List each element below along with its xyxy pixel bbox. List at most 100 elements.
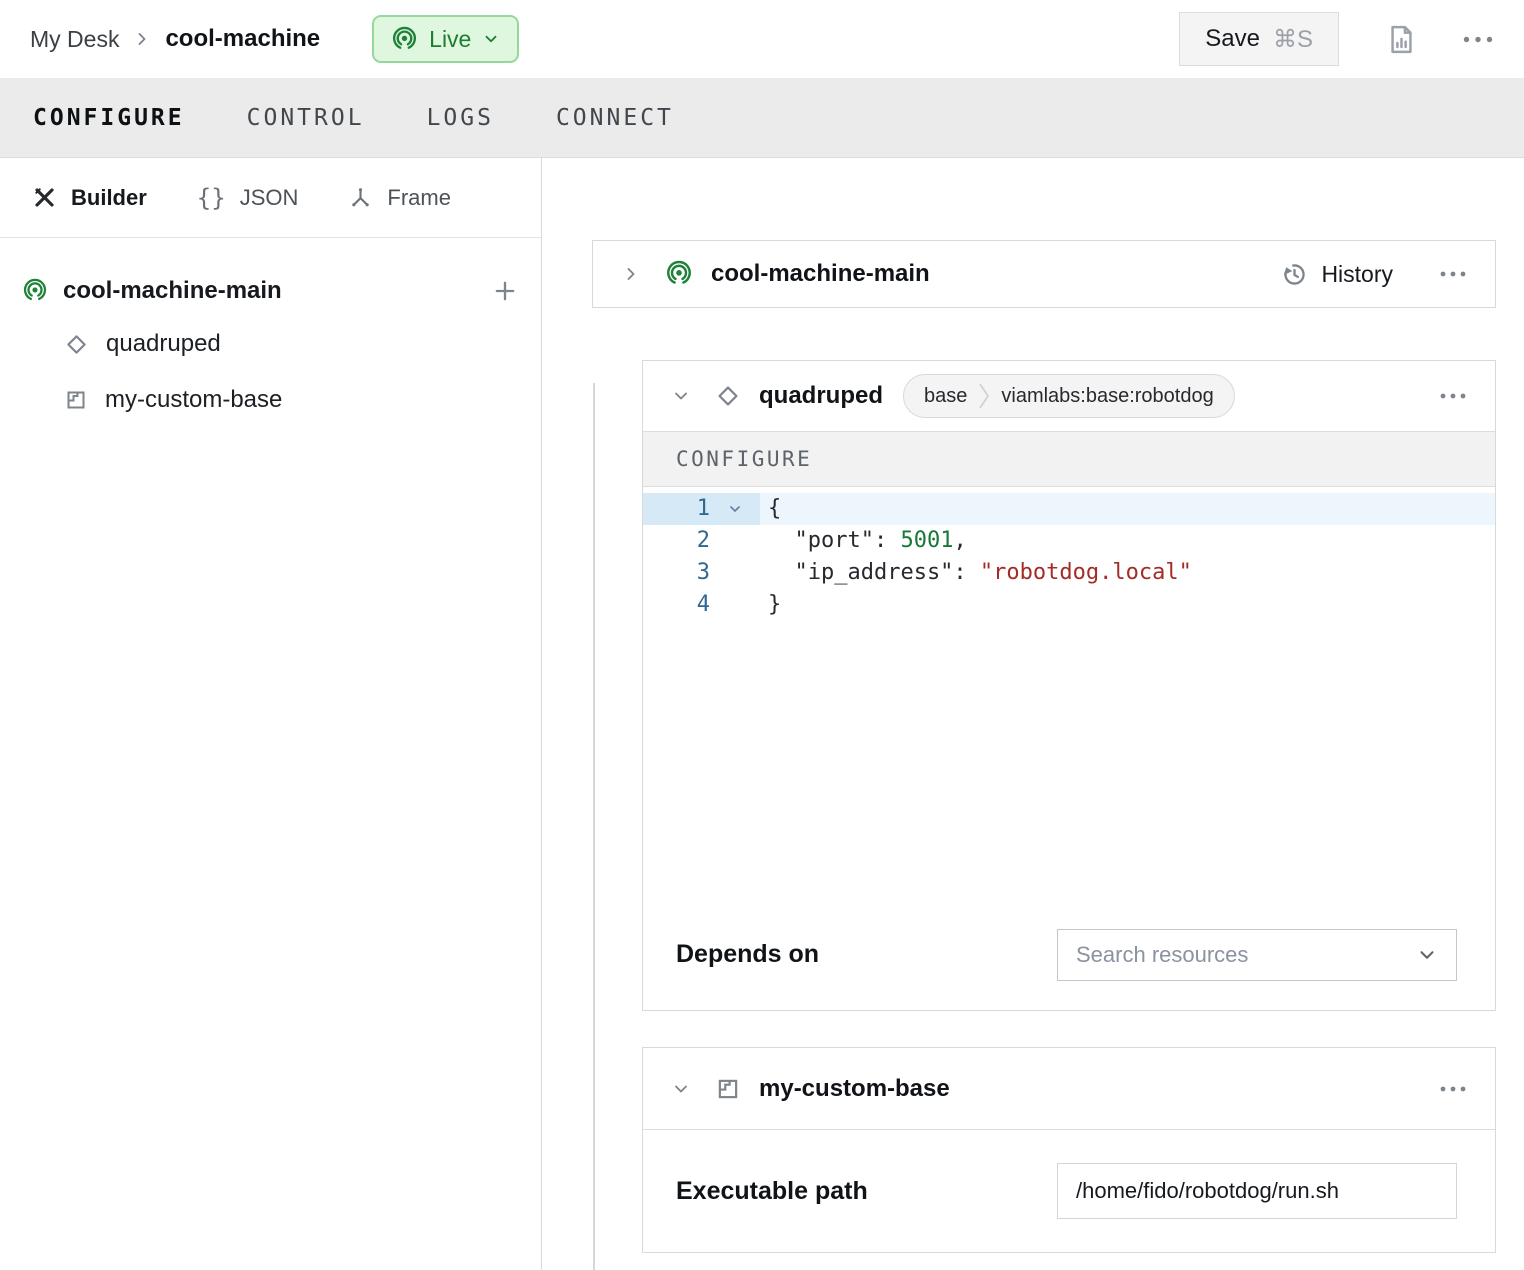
line-number: 3: [643, 557, 710, 589]
history-button-label: History: [1321, 261, 1393, 288]
machine-tab-bar: CONFIGURE CONTROL LOGS CONNECT: [0, 78, 1524, 158]
tree-item-label: my-custom-base: [105, 386, 282, 414]
view-switcher: Builder {} JSON Frame: [0, 158, 541, 238]
line-number: 2: [643, 525, 710, 557]
module-menu-button[interactable]: [1439, 1085, 1467, 1093]
module-icon: [715, 1076, 741, 1102]
diamond-icon: [64, 332, 89, 357]
history-button[interactable]: History: [1280, 260, 1393, 289]
code-token: {: [768, 496, 781, 521]
tab-connect[interactable]: CONNECT: [556, 105, 674, 131]
resource-type-badge: base viamlabs:base:robotdog: [903, 374, 1235, 418]
code-token: "robotdog.local": [980, 560, 1192, 585]
tree-item-my-custom-base[interactable]: my-custom-base: [22, 372, 519, 428]
line-number: 1: [643, 493, 710, 525]
code-line: 3 "ip_address": "robotdog.local": [643, 557, 1495, 589]
breadcrumb-parent[interactable]: My Desk: [30, 26, 119, 53]
resource-tree: cool-machine-main quadruped: [0, 238, 541, 428]
module-card-my-custom-base: my-custom-base Executable path: [642, 1047, 1496, 1253]
broadcast-icon: [391, 26, 418, 53]
chevron-down-icon: [482, 30, 500, 48]
depends-on-row: Depends on: [643, 899, 1495, 1010]
executable-path-label: Executable path: [676, 1177, 868, 1206]
tree-item-label: cool-machine-main: [63, 277, 282, 305]
component-card-header: quadruped base viamlabs:base:robotdog: [643, 361, 1495, 431]
ellipsis-icon: [1439, 392, 1467, 400]
fold-toggle-icon[interactable]: [710, 493, 760, 525]
tree-item-label: quadruped: [106, 330, 221, 358]
top-bar-actions: Save ⌘S: [1179, 12, 1494, 66]
depends-on-label: Depends on: [676, 940, 819, 969]
tab-logs[interactable]: LOGS: [427, 105, 494, 131]
badge-separator-chevron-icon: [977, 374, 991, 418]
configure-sidebar: Builder {} JSON Frame: [0, 158, 542, 1270]
live-status-label: Live: [429, 26, 471, 53]
component-card-title: quadruped: [759, 382, 883, 410]
code-lines: 1{2 "port": 5001,3 "ip_address": "robotd…: [643, 493, 1495, 621]
ellipsis-icon: [1439, 270, 1467, 278]
collapse-chevron-down-icon[interactable]: [671, 386, 691, 406]
content-area: Builder {} JSON Frame: [0, 158, 1524, 1270]
breadcrumb-chevron-icon: [132, 29, 152, 49]
code-token: "port":: [768, 528, 900, 553]
module-card-body: Executable path: [643, 1130, 1495, 1252]
file-chart-icon: [1385, 23, 1418, 56]
code-line: 1{: [643, 493, 1495, 525]
component-menu-button[interactable]: [1439, 392, 1467, 400]
save-button-label: Save: [1205, 25, 1260, 53]
save-button[interactable]: Save ⌘S: [1179, 12, 1339, 66]
broadcast-icon: [665, 260, 693, 288]
depends-on-select[interactable]: [1057, 929, 1457, 981]
braces-icon: {}: [197, 184, 226, 212]
badge-type-label: base: [904, 385, 977, 408]
view-tab-json[interactable]: {} JSON: [197, 184, 299, 212]
view-tab-label: Frame: [387, 185, 451, 211]
breadcrumb-machine-name: cool-machine: [165, 25, 320, 53]
ellipsis-icon: [1462, 35, 1494, 44]
app-window: My Desk cool-machine Live Save ⌘S: [0, 0, 1524, 1270]
tree-item-machine-part[interactable]: cool-machine-main: [22, 266, 519, 316]
view-tab-label: Builder: [71, 185, 147, 211]
code-token: }: [768, 592, 781, 617]
add-resource-button[interactable]: [491, 277, 519, 305]
chevron-down-icon: [1416, 944, 1438, 966]
code-token: ,: [953, 528, 966, 553]
machine-part-card: cool-machine-main History: [592, 240, 1496, 308]
tab-configure[interactable]: CONFIGURE: [33, 105, 185, 131]
tab-control[interactable]: CONTROL: [247, 105, 365, 131]
module-card-title: my-custom-base: [759, 1075, 950, 1103]
code-token: "ip_address":: [768, 560, 980, 585]
top-bar: My Desk cool-machine Live Save ⌘S: [0, 0, 1524, 78]
expand-chevron-right-icon[interactable]: [621, 264, 641, 284]
view-tab-label: JSON: [240, 185, 299, 211]
module-icon: [64, 388, 88, 412]
part-card-title: cool-machine-main: [711, 260, 930, 288]
live-status-dropdown[interactable]: Live: [372, 15, 519, 63]
view-tab-builder[interactable]: Builder: [32, 185, 147, 211]
diamond-icon: [715, 383, 741, 409]
machine-report-button[interactable]: [1385, 23, 1418, 56]
machine-menu-button[interactable]: [1462, 35, 1494, 44]
line-number: 4: [643, 589, 710, 621]
ellipsis-icon: [1439, 1085, 1467, 1093]
frame-axes-icon: [348, 185, 373, 210]
configure-main-panel: cool-machine-main History: [542, 158, 1524, 1270]
badge-model-label: viamlabs:base:robotdog: [991, 385, 1233, 408]
search-resources-input[interactable]: [1076, 942, 1416, 968]
tree-item-quadruped[interactable]: quadruped: [22, 316, 519, 372]
nesting-guide-line: [593, 383, 595, 1270]
code-line: 2 "port": 5001,: [643, 525, 1495, 557]
history-icon: [1280, 260, 1309, 289]
view-tab-frame[interactable]: Frame: [348, 185, 451, 211]
part-menu-button[interactable]: [1439, 270, 1467, 278]
module-card-header: my-custom-base: [643, 1048, 1495, 1130]
component-card-quadruped: quadruped base viamlabs:base:robotdog: [642, 360, 1496, 1011]
attributes-json-editor[interactable]: 1{2 "port": 5001,3 "ip_address": "robotd…: [643, 487, 1495, 899]
configure-section-label: CONFIGURE: [643, 431, 1495, 487]
save-shortcut-hint: ⌘S: [1273, 25, 1313, 54]
executable-path-input[interactable]: [1057, 1163, 1457, 1219]
code-token: 5001: [900, 528, 953, 553]
broadcast-icon: [22, 278, 48, 304]
tools-icon: [32, 185, 57, 210]
collapse-chevron-down-icon[interactable]: [671, 1079, 691, 1099]
